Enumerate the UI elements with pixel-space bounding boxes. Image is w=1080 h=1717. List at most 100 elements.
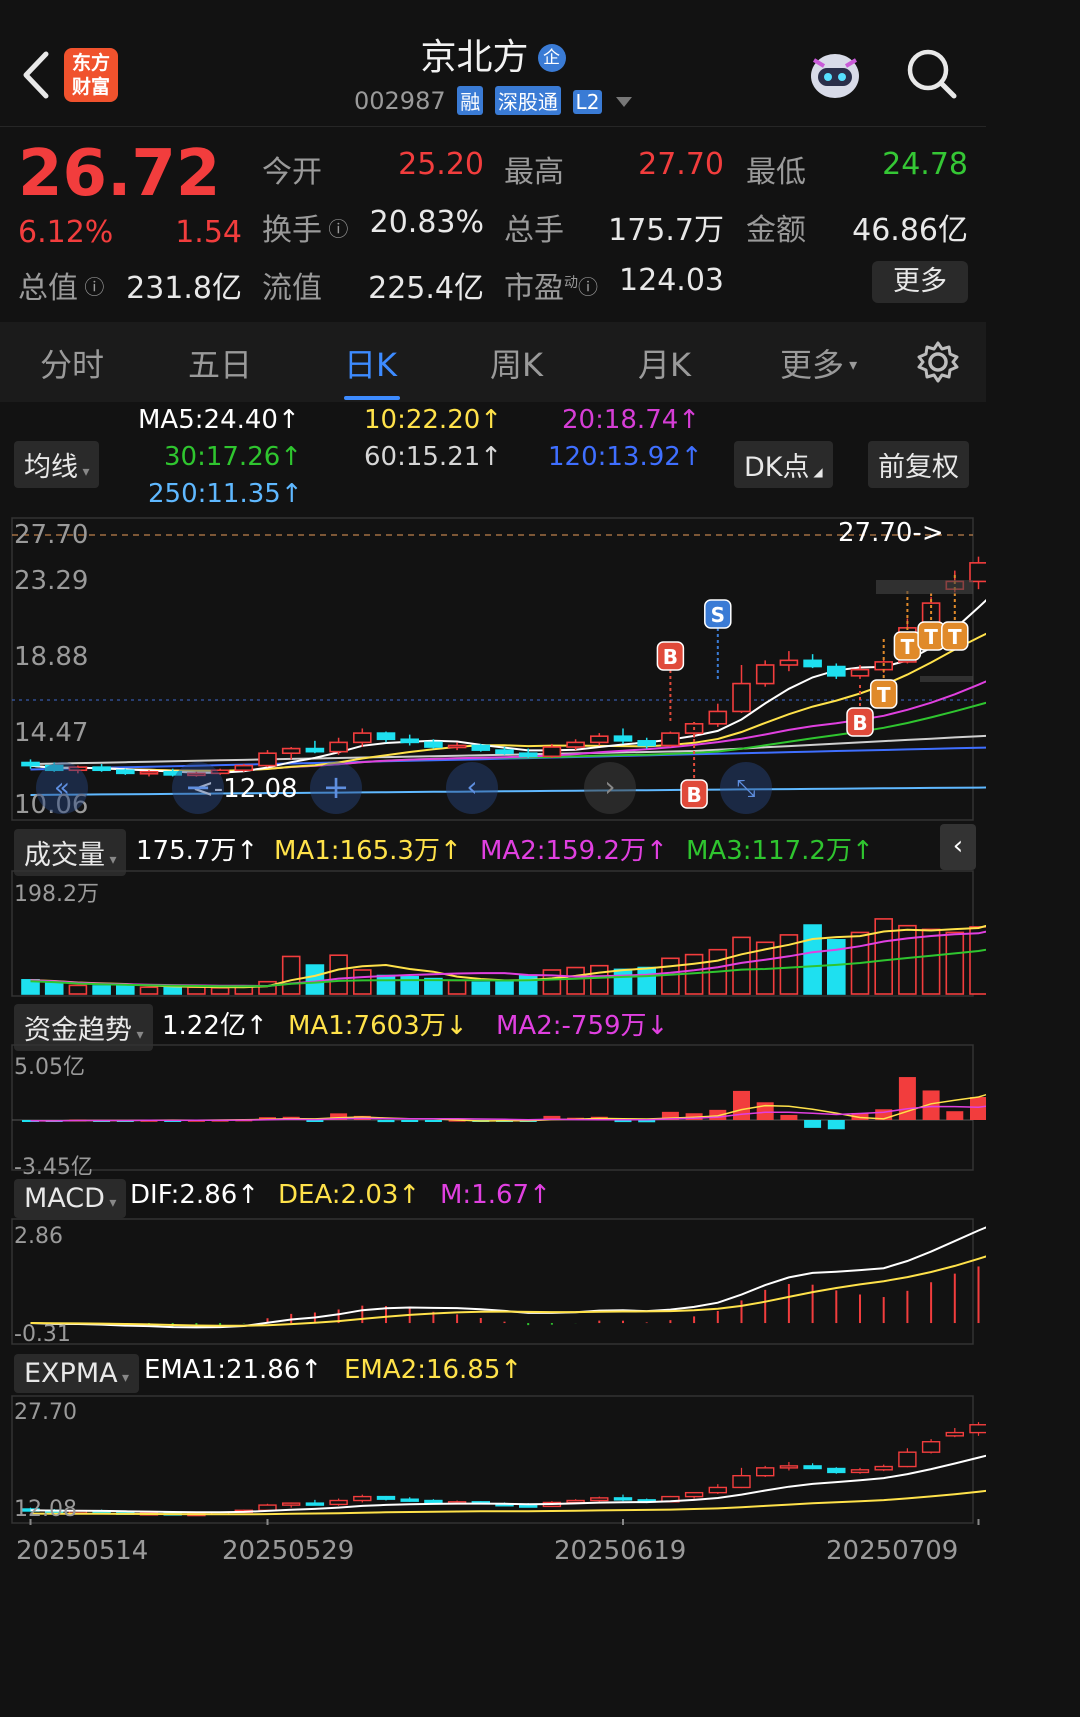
expma-candle-body — [613, 1497, 633, 1501]
candle-body — [518, 752, 538, 758]
expma-candle-body — [969, 1424, 986, 1434]
volume-bar — [187, 986, 206, 995]
amount-label: 金额 — [746, 213, 806, 248]
fund-bar — [401, 1120, 419, 1122]
date-label-3: 20250619 — [554, 1536, 687, 1566]
fund-ma1-line — [30, 1093, 986, 1122]
candle-body — [826, 665, 846, 677]
candle-body — [376, 732, 396, 741]
expma-candle-body — [684, 1491, 704, 1498]
expma-ytick-bottom: 12.08 — [14, 1497, 77, 1522]
tab-five-day[interactable]: 五日 — [188, 340, 252, 386]
volume-bar — [329, 954, 348, 995]
settings-gear-icon[interactable] — [916, 340, 960, 384]
candle-body — [661, 732, 680, 747]
candle-body — [637, 740, 657, 747]
candle-body — [566, 741, 585, 748]
zoom-in-button[interactable]: + — [310, 762, 362, 814]
caret-down-icon: ▾ — [105, 852, 117, 868]
scroll-right-button[interactable]: › — [584, 762, 636, 814]
fullscreen-icon[interactable]: ⤡ — [720, 762, 772, 814]
candles — [21, 556, 986, 777]
ma60-value: 60:15.21↑ — [364, 442, 503, 472]
ma10-value: 10:22.20↑ — [364, 405, 503, 435]
candle-body — [850, 668, 870, 677]
float-value: 225.4亿 — [368, 271, 484, 306]
search-icon[interactable] — [904, 46, 960, 102]
low-label: 最低 — [746, 155, 806, 190]
expma-chart — [11, 1395, 986, 1525]
pe-label-text: 市盈 — [504, 271, 564, 306]
quote-panel: 26.72 6.12% 1.54 今开 25.20 最高 27.70 最低 24… — [0, 127, 986, 319]
volume-bar — [661, 957, 680, 995]
collapse-panel-button[interactable]: ‹ — [940, 824, 976, 870]
robot-avatar-icon[interactable] — [804, 42, 866, 104]
tab-monthly-k[interactable]: 月K — [638, 340, 691, 386]
kline-ytick-3: 18.88 — [14, 642, 89, 672]
volume-value: 175.7万↑ — [136, 836, 259, 866]
active-tab-indicator — [344, 396, 400, 400]
expma-candle-body — [590, 1497, 609, 1502]
marker-letter: B — [852, 711, 867, 735]
info-icon: ⓘ — [78, 275, 105, 299]
ma-lines — [30, 598, 986, 796]
expma-ytick-top: 27.70 — [14, 1400, 77, 1425]
expma-candle-body — [874, 1465, 893, 1471]
mcap-label[interactable]: 总值 ⓘ — [18, 263, 104, 307]
volume-ma1: MA1:165.3万↑ — [274, 836, 462, 866]
ma30-line — [30, 701, 986, 772]
candle-body — [116, 769, 135, 775]
price-zone-band — [876, 580, 973, 594]
stock-name: 京北方 — [420, 37, 529, 78]
open-label: 今开 — [262, 155, 322, 190]
more-button[interactable]: 更多 — [872, 261, 968, 303]
dk-point-button[interactable]: DK点 ◢ — [734, 441, 833, 488]
tab-weekly-k[interactable]: 周K — [490, 340, 543, 386]
indicator-select[interactable]: 均线 ▾ — [14, 441, 100, 488]
tab-daily-k[interactable]: 日K — [344, 340, 397, 386]
expma-ema2: EMA2:16.85↑ — [344, 1355, 523, 1385]
change-pct: 6.12% — [18, 215, 114, 250]
code-row[interactable]: 002987 融 深股通 L2 — [354, 86, 633, 118]
candle-body — [258, 752, 277, 767]
volume-bar — [163, 985, 182, 995]
high-value: 27.70 — [638, 147, 724, 182]
caret-down-icon — [616, 97, 633, 107]
expma-candle-body — [305, 1502, 325, 1506]
fund-ma2-line — [30, 1105, 986, 1122]
macd-label: MACD — [24, 1183, 105, 1214]
high-annotation: 27.70-> — [838, 518, 944, 548]
company-badge: 企 — [537, 44, 566, 72]
macd-indicator-select[interactable]: MACD ▾ — [14, 1179, 127, 1218]
volume-indicator-select[interactable]: 成交量 ▾ — [14, 829, 127, 876]
pe-label[interactable]: 市盈动ⓘ — [504, 263, 598, 307]
zoom-out-button[interactable]: − — [172, 762, 224, 814]
candle-body — [708, 710, 728, 725]
volume-bar — [613, 968, 633, 995]
expma-label: EXPMA — [24, 1358, 118, 1389]
adjust-button[interactable]: 前复权 — [868, 441, 969, 488]
volume-bar — [447, 979, 467, 995]
volume-bar — [637, 966, 657, 995]
tab-more[interactable]: 更多 ▾ — [780, 340, 857, 386]
expma-ema2-line — [30, 1489, 986, 1516]
expma-candle-body — [519, 1504, 538, 1508]
volume-bar — [542, 969, 562, 995]
tab-intraday[interactable]: 分时 — [40, 340, 104, 386]
dk-point-label: DK点 — [744, 452, 810, 483]
expma-candle-body — [850, 1469, 870, 1474]
turnover-label-text: 换手 — [262, 213, 322, 248]
ma5-value: MA5:24.40↑ — [138, 405, 300, 435]
expma-indicator-select[interactable]: EXPMA ▾ — [14, 1354, 140, 1393]
volume-bar — [305, 964, 325, 995]
float-label: 流值 — [262, 271, 322, 306]
candle-body — [424, 741, 443, 748]
candle-body — [495, 749, 514, 755]
volume-bar — [44, 980, 64, 995]
date-label-1: 20250514 — [16, 1536, 149, 1566]
open-value: 25.20 — [398, 147, 484, 182]
scroll-left-button[interactable]: ‹ — [446, 762, 498, 814]
volume-bar — [352, 969, 372, 995]
turnover-label[interactable]: 换手 ⓘ — [262, 205, 348, 249]
scroll-left-fast-button[interactable]: « — [36, 762, 88, 814]
